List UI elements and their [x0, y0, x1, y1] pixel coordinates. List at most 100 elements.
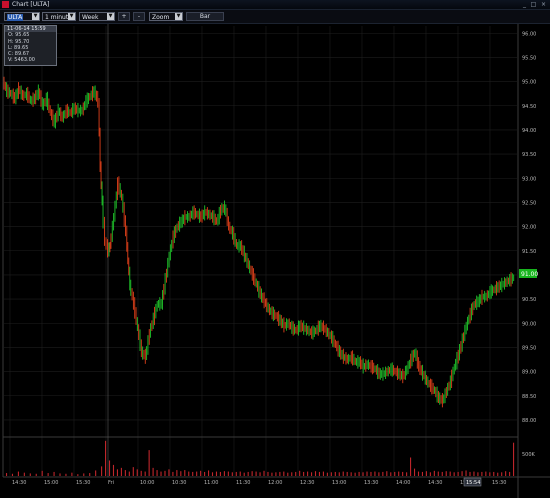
price-axis: 96.00 95.50 95.00 94.50 94.00 93.50 93.00 92.50… [522, 31, 536, 458]
time-tick-label: 13:30 [364, 480, 378, 486]
volume-bar [413, 468, 416, 476]
symbol-value: ULTA [7, 14, 24, 21]
volume-bar [11, 473, 14, 476]
volume-bar [513, 442, 515, 476]
volume-bar [148, 450, 150, 476]
chevron-down-icon[interactable]: ▼ [68, 13, 75, 20]
volume-bar [65, 473, 67, 476]
price-tick-label: 95.50 [522, 55, 536, 61]
volume-bar [497, 472, 499, 476]
volume-bar [215, 471, 218, 476]
price-tick-label: 90.50 [522, 297, 536, 303]
volume-bar [322, 471, 324, 476]
volume-bar [334, 471, 336, 476]
volume-bar [358, 471, 360, 476]
volume-bar [128, 471, 130, 476]
volume-bar [108, 460, 111, 476]
volume-bar [83, 473, 85, 476]
minimize-button[interactable]: _ [521, 1, 528, 8]
volume-bar [29, 473, 31, 476]
price-chart[interactable]: 96.00 95.50 95.00 94.50 94.00 93.50 93.00 92.50… [0, 24, 550, 498]
price-tick-label: 95.00 [522, 80, 536, 86]
volume-bar [235, 471, 237, 476]
maximize-button[interactable]: □ [530, 1, 537, 8]
volume-bar [251, 471, 253, 476]
time-tick-label: 11:30 [236, 480, 250, 486]
volume-bar [172, 471, 174, 476]
ohlc-volume: V: 5463.00 [8, 57, 35, 64]
volume-bar [271, 472, 273, 476]
volume-bar [314, 471, 317, 476]
time-tick-label: 13:00 [332, 480, 346, 486]
close-button[interactable]: × [540, 1, 547, 8]
chevron-down-icon[interactable]: ▼ [32, 13, 39, 20]
current-time-label: 15:54 [466, 480, 480, 486]
volume-bar [429, 472, 431, 476]
volume-bar [208, 470, 210, 476]
zoom-out-button[interactable]: - [133, 12, 145, 21]
volume-bar [247, 471, 249, 476]
volume-bar [132, 467, 134, 476]
volume-bar [227, 471, 229, 476]
volume-bar [59, 473, 61, 476]
bar-type-button[interactable]: Bar [186, 12, 224, 21]
volume-bar [160, 471, 162, 476]
volume-bar [473, 471, 475, 476]
price-tick-label: 92.50 [522, 200, 536, 206]
ohlc-info-box: 11-06-14 15:59 O: 95.65 H: 95.70 L: 89.6… [4, 25, 57, 66]
volume-bar [184, 470, 186, 476]
volume-bar [164, 470, 166, 476]
volume-bar [406, 472, 408, 476]
volume-bar [370, 471, 372, 476]
range-dropdown[interactable]: Week ▼ [79, 12, 115, 21]
volume-bar [17, 471, 19, 476]
time-axis: 14:30 15:00 15:30 Fri 10:00 10:30 11:00 11:30 12… [12, 480, 506, 486]
volume-bar [259, 472, 261, 476]
volume-bar [140, 470, 142, 476]
volume-bar [5, 473, 8, 476]
volume-bar [295, 471, 297, 476]
volume-bar [168, 469, 170, 476]
last-price-label: 91.00 [521, 271, 538, 278]
volume-bar [338, 472, 340, 476]
volume-bar [156, 470, 158, 476]
chevron-down-icon[interactable]: ▼ [107, 13, 114, 20]
volume-bar [303, 471, 305, 476]
volume-bar [243, 472, 245, 476]
volume-bar [485, 471, 487, 476]
volume-bar [101, 466, 103, 476]
volume-bar [192, 471, 194, 476]
volume-bar [112, 464, 115, 476]
volume-bar [437, 471, 439, 476]
volume-bar [176, 470, 178, 476]
volume-bar [35, 473, 37, 476]
interval-dropdown[interactable]: 1 minute ▼ [42, 12, 76, 21]
volume-bar [204, 471, 206, 476]
window-title: Chart [ULTA] [12, 1, 50, 8]
volume-bar [469, 471, 471, 476]
price-tick-label: 93.00 [522, 176, 536, 182]
price-tick-label: 88.00 [522, 418, 536, 424]
volume-bar [105, 440, 107, 476]
symbol-dropdown[interactable]: ULTA ▼ [4, 12, 40, 21]
volume-bar [144, 471, 146, 476]
volume-bar [449, 471, 451, 476]
time-tick-label: Fri [108, 480, 114, 486]
price-tick-label: 88.50 [522, 394, 536, 400]
zoom-dropdown[interactable]: Zoom ▼ [149, 12, 183, 21]
volume-bar [493, 471, 495, 476]
volume-bar [398, 471, 400, 476]
time-tick-label: 15:30 [76, 480, 90, 486]
volume-bar [425, 471, 427, 476]
volume-bar [47, 473, 49, 476]
time-tick-label: 15:30 [492, 480, 506, 486]
volume-bar [382, 471, 384, 476]
volume-bar [124, 470, 126, 476]
volume-bar [223, 471, 225, 476]
price-tick-label: 90.00 [522, 321, 536, 327]
price-tick-label: 89.00 [522, 370, 536, 376]
volume-bars [5, 440, 515, 476]
zoom-in-button[interactable]: + [118, 12, 130, 21]
chevron-down-icon[interactable]: ▼ [175, 13, 182, 20]
volume-bar [41, 470, 43, 476]
